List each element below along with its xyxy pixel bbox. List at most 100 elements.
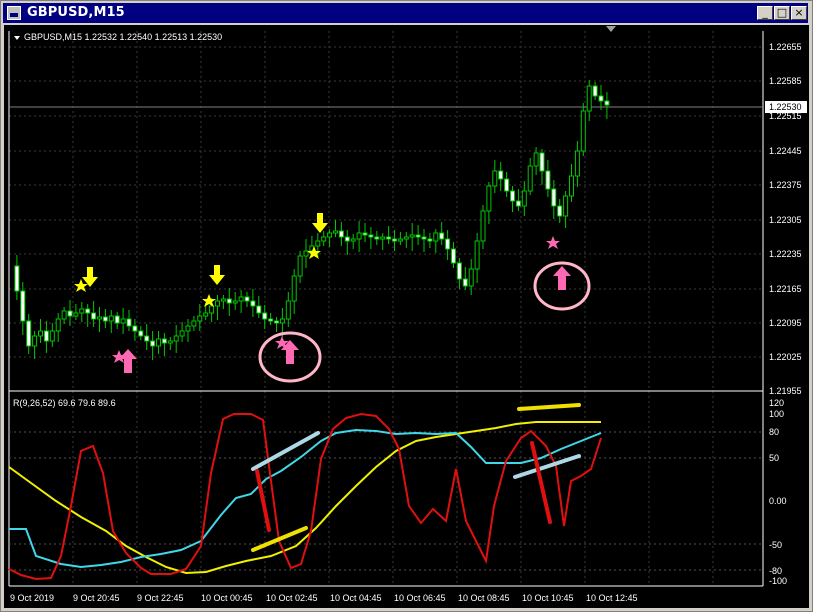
candle-body — [220, 298, 226, 302]
time-label: 10 Oct 04:45 — [330, 593, 382, 603]
time-label: 10 Oct 08:45 — [458, 593, 510, 603]
candle-body — [167, 340, 173, 344]
candle-body — [55, 318, 61, 332]
candle-body — [456, 262, 462, 280]
maximize-button[interactable]: □ — [774, 6, 790, 20]
candle-body — [321, 236, 327, 242]
candle-body — [20, 290, 26, 322]
candle-body — [368, 234, 374, 238]
candle-body — [173, 335, 179, 342]
time-label: 10 Oct 12:45 — [586, 593, 638, 603]
candle-body — [85, 308, 91, 314]
candle-body — [569, 175, 574, 197]
candle-body — [126, 318, 132, 327]
current-price-label: 1.22530 — [769, 102, 802, 112]
indicator-scale-label: -50 — [769, 540, 782, 550]
annotation-strokes — [251, 403, 581, 552]
candle-body — [474, 240, 480, 270]
candle-body — [539, 152, 545, 172]
candle-body — [79, 308, 85, 314]
candle-body — [32, 335, 38, 347]
candle-body — [386, 236, 392, 240]
candle-body — [244, 296, 250, 302]
indicator-header: R(9,26,52) 69.6 79.6 89.6 — [13, 398, 116, 408]
window-title: GBPUSD,M15 — [27, 5, 125, 20]
time-label: 9 Oct 20:45 — [73, 593, 120, 603]
chart-shift-icon[interactable] — [606, 26, 616, 32]
candle-body — [250, 300, 256, 307]
candle-body — [451, 248, 456, 264]
candle-body — [362, 232, 368, 236]
chart-area[interactable]: GBPUSD,M15 1.22532 1.22540 1.22513 1.225… — [4, 25, 809, 608]
candle-body — [114, 315, 120, 324]
candle-body — [510, 190, 515, 202]
price-label: 1.22095 — [769, 318, 802, 328]
time-label: 9 Oct 2019 — [10, 593, 54, 603]
candle-body — [356, 232, 362, 240]
close-button[interactable]: × — [791, 6, 807, 20]
main-chart-header: GBPUSD,M15 1.22532 1.22540 1.22513 1.225… — [24, 32, 222, 42]
candle-body — [498, 170, 504, 180]
candle-body — [91, 312, 97, 320]
indicator-scale-label: -80 — [769, 566, 782, 576]
candle-body — [427, 238, 433, 242]
candle-body — [144, 335, 150, 342]
candle-body — [285, 300, 291, 320]
candle-body — [226, 298, 232, 304]
candle-body — [527, 165, 533, 192]
candle-body — [515, 200, 521, 207]
candle-body — [403, 236, 409, 240]
indicator-scale-label: 120 — [769, 398, 784, 408]
candle-body — [545, 170, 551, 190]
candle-body — [344, 236, 350, 242]
title-bar[interactable]: GBPUSD,M15 _ □ × — [3, 3, 808, 23]
candle-body — [108, 315, 114, 322]
candle-body — [49, 330, 55, 342]
price-labels: 1.22655 1.22585 1.22515 1.22445 1.22375 … — [769, 42, 802, 396]
candle-body — [179, 330, 185, 337]
down-arrow-icon — [209, 265, 225, 285]
candle-body — [161, 338, 167, 344]
candle-body — [238, 296, 244, 302]
candle-body — [415, 234, 421, 238]
candle-body — [102, 316, 108, 322]
indicator-scale-label: 50 — [769, 453, 779, 463]
candle-body — [232, 300, 238, 304]
indicator-levels — [9, 431, 763, 571]
candle-body — [504, 178, 510, 192]
candle-body — [338, 230, 344, 238]
indicator-scale-label: -100 — [769, 576, 787, 586]
candle-body — [462, 278, 468, 287]
candle-body — [279, 318, 285, 324]
candle-body — [533, 152, 539, 167]
minimize-button[interactable]: _ — [757, 6, 773, 20]
candle-body — [604, 100, 610, 106]
time-label: 9 Oct 22:45 — [137, 593, 184, 603]
candle-body — [150, 340, 156, 347]
candle-body — [492, 170, 498, 187]
candle-body — [580, 110, 586, 152]
price-label: 1.22375 — [769, 180, 802, 190]
candle-body — [315, 240, 321, 247]
candle-body — [268, 318, 274, 322]
candle-body — [215, 300, 220, 307]
candle-body — [421, 236, 427, 240]
candle-body — [480, 210, 486, 242]
candle-body — [374, 236, 380, 240]
candle-body — [274, 320, 279, 324]
chart-menu-icon[interactable] — [14, 36, 20, 40]
price-label: 1.22445 — [769, 146, 802, 156]
time-label: 10 Oct 02:45 — [266, 593, 318, 603]
price-label: 1.22655 — [769, 42, 802, 52]
candle-body — [26, 320, 32, 347]
down-arrow-icon — [312, 213, 328, 233]
candle-body — [439, 232, 445, 240]
star-icon — [202, 294, 216, 307]
candle-body — [486, 185, 492, 212]
candle-body — [557, 205, 563, 217]
star-icon — [307, 246, 321, 259]
candle-body — [209, 305, 215, 314]
candle-body — [409, 234, 415, 238]
candle-body — [350, 238, 356, 242]
candle-body — [191, 320, 197, 327]
